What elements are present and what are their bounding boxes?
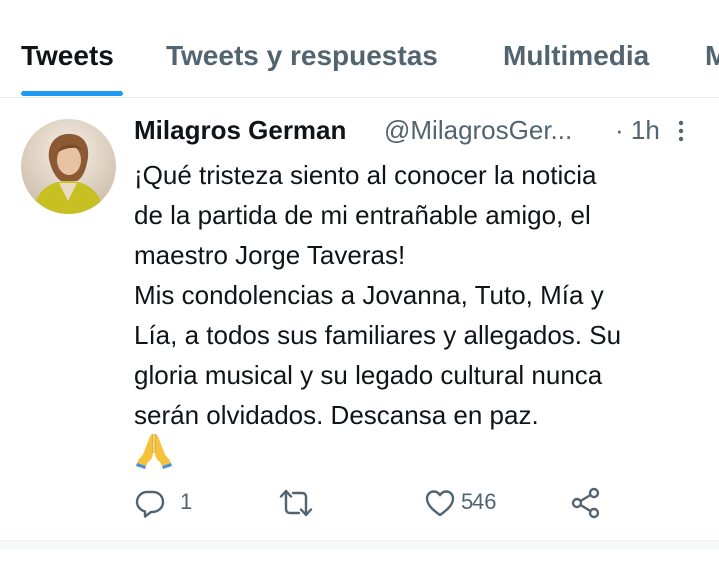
author-name[interactable]: Milagros German — [134, 115, 346, 146]
retweet-icon — [279, 489, 313, 517]
folded-hands-icon — [134, 430, 174, 470]
profile-tabs: Tweets Tweets y respuestas Multimedia M — [0, 0, 719, 98]
avatar[interactable] — [21, 119, 116, 214]
author-handle[interactable]: @MilagrosGer... — [384, 115, 572, 146]
more-options-icon[interactable] — [674, 119, 688, 143]
share-icon — [571, 487, 600, 519]
tab-likes[interactable]: M — [705, 40, 719, 72]
tweet-text-line: de la partida de mi entrañable amigo, el — [134, 200, 591, 230]
tweet-text-line: Lía, a todos sus familiares y allegados.… — [134, 320, 622, 350]
tweet-time[interactable]: · 1h — [615, 115, 660, 146]
heart-icon — [425, 490, 455, 517]
tweet-text-line: maestro Jorge Taveras! — [134, 240, 406, 270]
tweet-text: ¡Qué tristeza siento al conocer la notic… — [134, 155, 709, 435]
tweet-divider — [0, 540, 719, 550]
tweet[interactable]: Milagros German @MilagrosGer... · 1h ¡Qu… — [0, 98, 719, 541]
tab-tweets-and-replies[interactable]: Tweets y respuestas — [166, 40, 438, 72]
tweet-text-line: serán olvidados. Descansa en paz. — [134, 400, 539, 430]
tweet-text-line: Mis condolencias a Jovanna, Tuto, Mía y — [134, 280, 604, 310]
tweet-text-line: gloria musical y su legado cultural nunc… — [134, 360, 603, 390]
tab-media[interactable]: Multimedia — [503, 40, 649, 72]
like-count: 46 — [472, 489, 497, 514]
reply-icon — [135, 490, 165, 518]
tweet-text-line: ¡Qué tristeza siento al conocer la notic… — [134, 160, 597, 190]
tweet-header: Milagros German @MilagrosGer... · 1h — [134, 115, 704, 149]
active-tab-indicator — [21, 91, 123, 96]
tab-tweets[interactable]: Tweets — [21, 40, 114, 72]
reply-count: 1 — [180, 489, 193, 514]
tweet-actions: 1 5 46 — [134, 483, 614, 523]
